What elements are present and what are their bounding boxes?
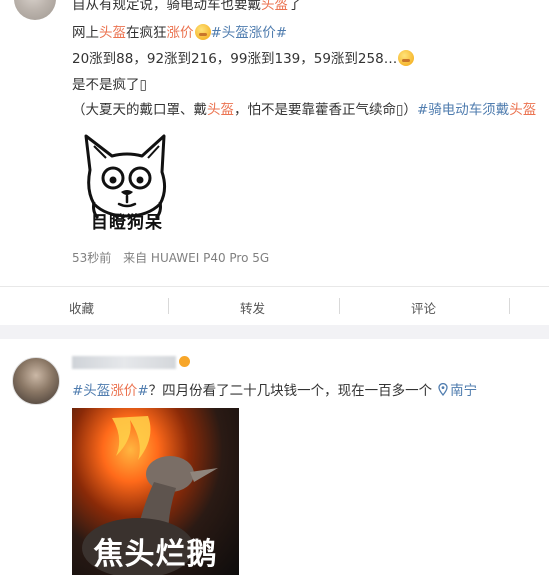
divider: [168, 298, 169, 314]
keyword-highlight: 涨价: [166, 25, 194, 41]
emoji-icon: [194, 24, 211, 40]
post-action-bar: 收藏 转发 评论: [0, 286, 549, 326]
post-card-2: #头盔涨价#？四月份看了二十几块钱一个，现在一百多一个 南宁 焦头烂鹅: [0, 339, 549, 575]
collect-button[interactable]: 收藏: [69, 298, 94, 317]
divider: [509, 298, 510, 314]
post-source[interactable]: 来自 HUAWEI P40 Pro 5G: [123, 251, 269, 265]
hashtag-link[interactable]: #头盔涨价#: [211, 25, 288, 41]
post-text-line-1: 自从有规定说，骑电动车也要戴头盔了: [72, 0, 302, 13]
meme-caption: 焦头烂鹅: [93, 537, 218, 572]
post-text-line-2: 网上头盔在疯狂涨价 #头盔涨价#: [72, 24, 288, 41]
divider: [339, 298, 340, 314]
comment-button[interactable]: 评论: [411, 298, 436, 317]
vip-badge-icon: [179, 356, 190, 367]
post-text-line-5: （大夏天的戴口罩、戴头盔，怕不是要靠藿香正气续命▯）#骑电动车须戴头盔: [72, 102, 537, 118]
avatar[interactable]: [12, 357, 60, 405]
post-text-line-3: 20涨到88，92涨到216，99涨到139，59涨到258…: [72, 50, 415, 68]
dog-sticker-image[interactable]: 目瞪狗呆: [72, 132, 182, 240]
goose-meme-image[interactable]: 焦头烂鹅: [72, 408, 239, 575]
post-text-line-4: 是不是疯了▯: [72, 77, 147, 93]
repost-button[interactable]: 转发: [240, 298, 265, 317]
post-meta: 53秒前 来自 HUAWEI P40 Pro 5G: [72, 249, 269, 266]
hashtag-link[interactable]: #头盔涨价#: [72, 383, 149, 399]
post-timestamp[interactable]: 53秒前: [72, 251, 111, 265]
emoji-icon: [398, 50, 415, 66]
feed-separator: [0, 325, 549, 339]
sticker-caption: 目瞪狗呆: [91, 213, 163, 233]
location-link[interactable]: 南宁: [438, 382, 477, 399]
blurred-username[interactable]: [72, 356, 176, 369]
keyword-highlight: 头盔: [99, 25, 126, 41]
avatar[interactable]: [14, 0, 56, 20]
location-pin-icon: [438, 382, 448, 397]
post-text-line: #头盔涨价#？四月份看了二十几块钱一个，现在一百多一个 南宁: [72, 382, 478, 399]
post-card-1: 自从有规定说，骑电动车也要戴头盔了 网上头盔在疯狂涨价 #头盔涨价# 20涨到88…: [0, 0, 549, 286]
hashtag-link[interactable]: #骑电动车须戴头盔: [417, 102, 536, 118]
